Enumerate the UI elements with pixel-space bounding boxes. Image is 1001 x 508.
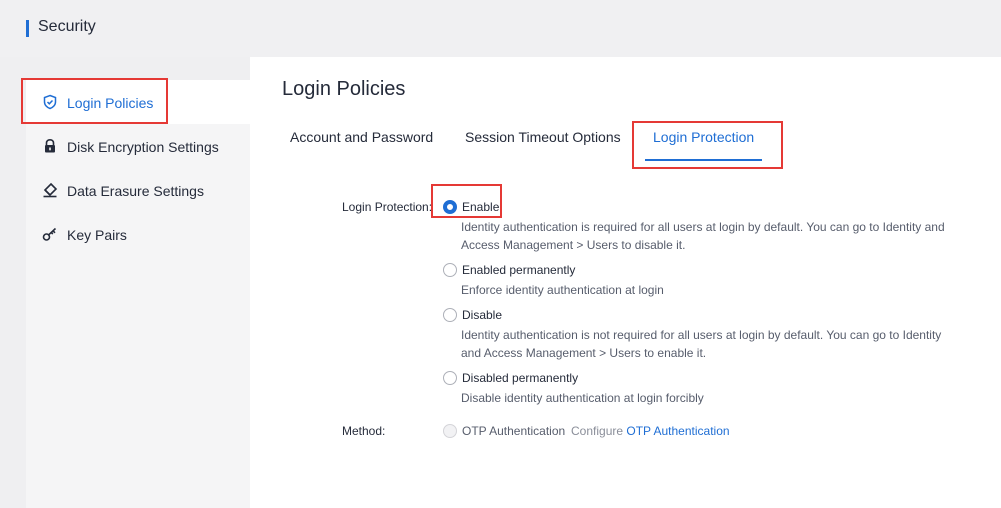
active-tab-indicator [645, 159, 762, 161]
method-label: Method: [342, 424, 386, 438]
radio-disabled-permanently[interactable]: Disabled permanently [443, 371, 578, 385]
radio-disable-label: Disable [462, 308, 503, 322]
radio-button-disabled [443, 424, 457, 438]
sidebar-item-label: Login Policies [67, 95, 154, 111]
radio-enabled-permanently-description: Enforce identity authentication at login [461, 283, 664, 297]
page-header: Security [0, 0, 1001, 57]
shield-icon [42, 94, 58, 110]
radio-disabled-permanently-label: Disabled permanently [462, 371, 579, 385]
radio-otp-authentication: OTP Authentication [443, 424, 565, 438]
header-title: Security [38, 18, 96, 35]
sidebar: Login Policies Disk Encryption Settings … [26, 80, 250, 508]
radio-disable-description: Identity authentication is not required … [461, 328, 942, 360]
sidebar-item-data-erasure[interactable]: Data Erasure Settings [26, 168, 250, 212]
sidebar-item-disk-encryption[interactable]: Disk Encryption Settings [26, 124, 250, 168]
radio-enabled-permanently-label: Enabled permanently [462, 263, 576, 277]
sidebar-item-label: Data Erasure Settings [67, 183, 204, 199]
login-protection-label: Login Protection: [342, 200, 433, 214]
sidebar-item-label: Disk Encryption Settings [67, 139, 219, 155]
configure-text: Configure [571, 424, 624, 438]
lock-icon [42, 138, 58, 154]
radio-enabled-permanently[interactable]: Enabled permanently [443, 263, 575, 277]
otp-authentication-label: OTP Authentication [462, 424, 566, 438]
radio-enable-description: Identity authentication is required for … [461, 220, 945, 252]
key-icon [42, 226, 58, 242]
otp-authentication-link[interactable]: OTP Authentication [626, 424, 729, 438]
radio-button[interactable] [443, 263, 457, 277]
main-content: Login Policies Account and Password Sess… [250, 57, 1001, 508]
sidebar-item-label: Key Pairs [67, 227, 127, 243]
radio-button[interactable] [443, 371, 457, 385]
radio-disable[interactable]: Disable [443, 308, 502, 322]
radio-enable[interactable]: Enable [443, 200, 499, 214]
sidebar-item-login-policies[interactable]: Login Policies [26, 80, 250, 124]
header-accent-bar [26, 20, 29, 37]
radio-button[interactable] [443, 308, 457, 322]
radio-enable-label: Enable [462, 200, 500, 214]
tab-session-timeout-options[interactable]: Session Timeout Options [465, 129, 621, 145]
eraser-icon [42, 182, 58, 198]
tab-account-and-password[interactable]: Account and Password [290, 129, 433, 145]
sidebar-item-key-pairs[interactable]: Key Pairs [26, 212, 250, 256]
page-title: Login Policies [282, 78, 406, 100]
tab-login-protection[interactable]: Login Protection [653, 129, 754, 145]
radio-button-checked[interactable] [443, 200, 457, 214]
configure-otp: Configure OTP Authentication [571, 424, 730, 438]
radio-disabled-permanently-description: Disable identity authentication at login… [461, 391, 704, 405]
